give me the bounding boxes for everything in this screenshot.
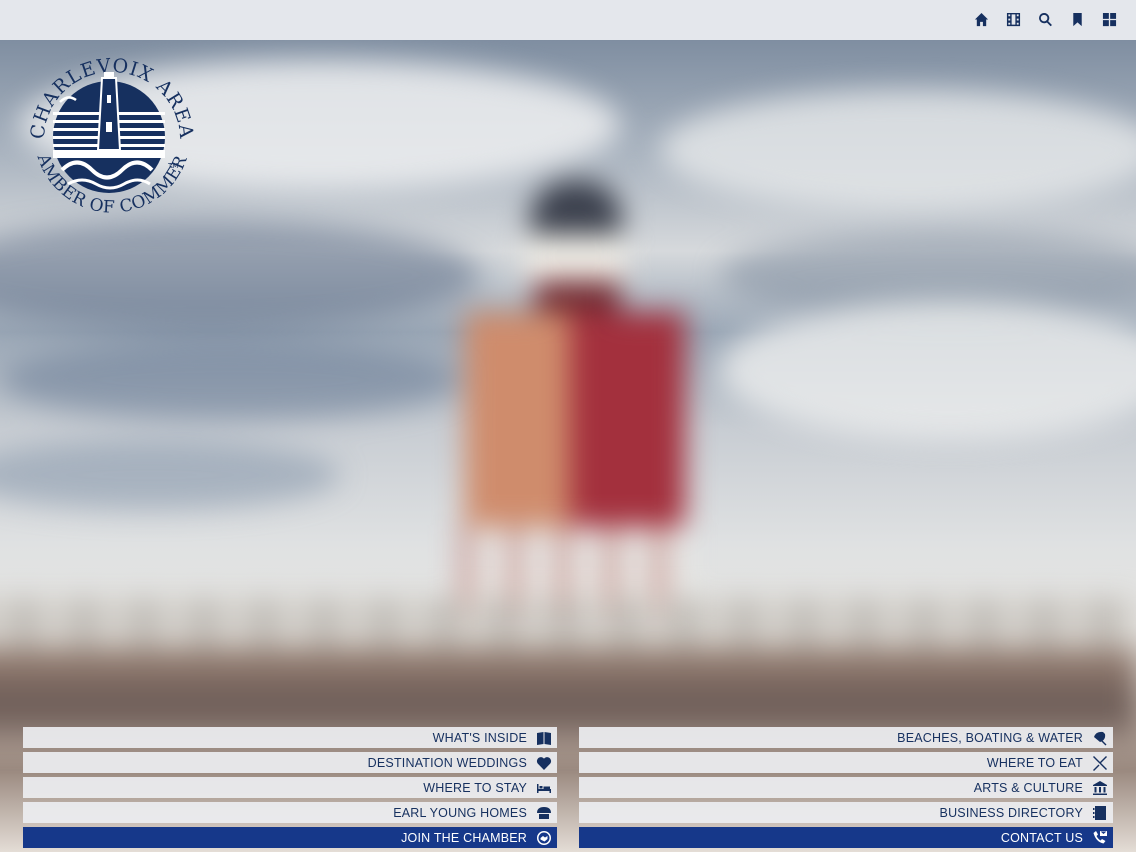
directory-icon bbox=[1091, 804, 1109, 822]
menu-item-label: DESTINATION WEDDINGS bbox=[367, 755, 527, 770]
menu-item-join-the-chamber[interactable]: JOIN THE CHAMBER bbox=[23, 827, 557, 848]
menu-item-label: ARTS & CULTURE bbox=[973, 780, 1083, 795]
film-icon[interactable] bbox=[1003, 8, 1024, 30]
top-toolbar bbox=[0, 0, 1136, 40]
menu-item-earl-young-homes[interactable]: EARL YOUNG HOMES bbox=[23, 802, 557, 823]
menu-item-label: WHERE TO STAY bbox=[423, 780, 527, 795]
menu-item-where-to-stay[interactable]: WHERE TO STAY bbox=[23, 777, 557, 798]
menu-item-arts-culture[interactable]: ARTS & CULTURE bbox=[579, 777, 1113, 798]
menu-item-beaches-boating-water[interactable]: BEACHES, BOATING & WATER bbox=[579, 727, 1113, 748]
bookmark-icon[interactable] bbox=[1067, 8, 1088, 30]
phone-mail-icon bbox=[1091, 829, 1109, 847]
home-icon[interactable] bbox=[971, 8, 992, 30]
chamber-logo: CHARLEVOIX AREA CHAMBER OF COMMERCE TM bbox=[22, 50, 196, 218]
fork-knife-icon bbox=[1091, 754, 1109, 772]
bed-icon bbox=[535, 779, 553, 797]
logo-trademark: TM bbox=[167, 162, 178, 170]
menu-item-label: WHERE TO EAT bbox=[986, 755, 1083, 770]
beach-umbrella-icon bbox=[1091, 729, 1109, 747]
heart-icon bbox=[535, 754, 553, 772]
menu-item-business-directory[interactable]: BUSINESS DIRECTORY bbox=[579, 802, 1113, 823]
museum-icon bbox=[1091, 779, 1109, 797]
grid-icon[interactable] bbox=[1099, 8, 1120, 30]
handshake-icon bbox=[535, 829, 553, 847]
menu-item-label: BUSINESS DIRECTORY bbox=[939, 805, 1083, 820]
menu-item-where-to-eat[interactable]: WHERE TO EAT bbox=[579, 752, 1113, 773]
menu-item-label: BEACHES, BOATING & WATER bbox=[897, 730, 1083, 745]
book-icon bbox=[535, 729, 553, 747]
toolbar-icons bbox=[971, 8, 1120, 30]
menu-item-label: CONTACT US bbox=[1000, 830, 1083, 845]
mushroom-house-icon bbox=[535, 804, 553, 822]
menu-left: WHAT'S INSIDE DESTINATION WEDDINGS WHERE… bbox=[23, 727, 557, 852]
menu-item-destination-weddings[interactable]: DESTINATION WEDDINGS bbox=[23, 752, 557, 773]
search-icon[interactable] bbox=[1035, 8, 1056, 30]
menu-item-label: JOIN THE CHAMBER bbox=[401, 830, 527, 845]
menu-item-label: WHAT'S INSIDE bbox=[432, 730, 527, 745]
menu-item-contact-us[interactable]: CONTACT US bbox=[579, 827, 1113, 848]
menu-item-whats-inside[interactable]: WHAT'S INSIDE bbox=[23, 727, 557, 748]
menu-item-label: EARL YOUNG HOMES bbox=[393, 805, 527, 820]
menu-right: BEACHES, BOATING & WATER WHERE TO EAT AR… bbox=[579, 727, 1113, 852]
